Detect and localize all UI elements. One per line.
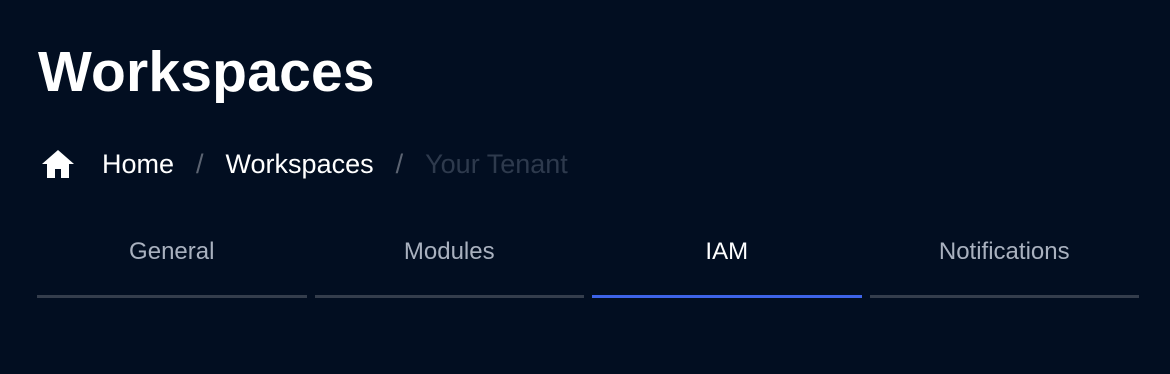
workspaces-page: Workspaces Home / Workspaces / Your Tena… — [0, 0, 1170, 374]
tab-general[interactable]: General — [37, 222, 307, 298]
breadcrumb-current: Your Tenant — [425, 148, 568, 179]
page-title: Workspaces — [38, 40, 375, 104]
tab-iam[interactable]: IAM — [592, 222, 862, 298]
tab-notifications[interactable]: Notifications — [869, 222, 1140, 298]
tab-label: Modules — [403, 238, 495, 265]
tab-bar: General Modules IAM Notifications — [37, 222, 1139, 298]
tab-label: Notifications — [938, 238, 1070, 265]
breadcrumb: Home / Workspaces / Your Tenant — [40, 146, 568, 182]
tab-label: General — [129, 238, 215, 265]
breadcrumb-home-link[interactable]: Home — [102, 149, 174, 180]
tab-modules[interactable]: Modules — [314, 222, 585, 298]
breadcrumb-workspaces-link[interactable]: Workspaces — [226, 149, 374, 180]
tab-label: IAM — [705, 238, 749, 265]
breadcrumb-separator: / — [395, 148, 404, 179]
breadcrumb-separator: / — [196, 148, 204, 179]
home-icon[interactable] — [40, 146, 76, 182]
